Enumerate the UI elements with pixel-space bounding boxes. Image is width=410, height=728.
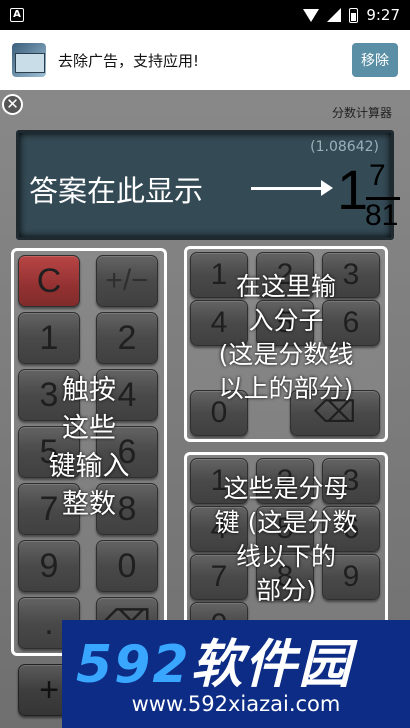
decimal-value: (1.08642) xyxy=(310,139,379,155)
ad-text: 去除广告，支持应用! xyxy=(58,51,200,70)
arrow-icon xyxy=(251,180,333,196)
denominator-keys-tip: 这些是分母 键 (这是分数 线以下的 部分) xyxy=(214,474,358,605)
status-bar: A 9:27 xyxy=(0,0,410,30)
ad-app-icon xyxy=(12,43,46,77)
status-icons: 9:27 xyxy=(303,6,400,24)
result-denominator: 81 xyxy=(365,199,399,232)
remove-ads-button[interactable]: 移除 xyxy=(352,43,398,77)
watermark-logo: 592软件园 xyxy=(76,635,353,695)
app-title: 分数计算器 xyxy=(331,106,392,120)
clock: 9:27 xyxy=(366,6,400,24)
notification-app-icon: A xyxy=(10,8,24,22)
result-whole: 1 xyxy=(337,158,369,221)
close-tips-icon[interactable]: ✕ xyxy=(2,94,23,115)
integer-keys-tip: 触按 这些 键输入 整数 xyxy=(48,375,130,520)
display-hint: 答案在此显示 xyxy=(29,174,204,208)
battery-icon xyxy=(349,7,359,23)
watermark: 592软件园 www.592xiazai.com xyxy=(62,620,410,728)
ad-banner[interactable]: 去除广告，支持应用! 移除 xyxy=(0,30,410,90)
watermark-url: www.592xiazai.com xyxy=(131,692,341,716)
numerator-keys-tip: 在这里输 入分子 (这是分数线 以上的部分) xyxy=(218,272,354,403)
result-numerator: 7 xyxy=(369,159,386,192)
signal-icon xyxy=(327,8,342,22)
result-display: (1.08642) 答案在此显示 1 7 81 xyxy=(16,130,400,240)
wifi-icon xyxy=(303,8,320,22)
fraction-calculator-screen: A 9:27 去除广告，支持应用! 移除 ✕ 分数计算器 (1.08642) 答… xyxy=(0,0,410,728)
